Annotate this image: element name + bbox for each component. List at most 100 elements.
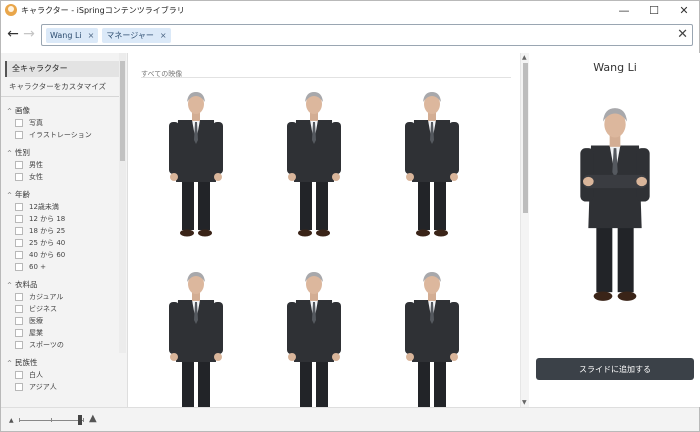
filter-checkbox[interactable] xyxy=(15,305,23,313)
sidebar-scrollbar[interactable] xyxy=(119,53,126,353)
filter-section-header[interactable]: ^ 年齢 xyxy=(1,189,119,201)
filter-option[interactable]: アジア人 xyxy=(1,381,119,393)
filter-checkbox[interactable] xyxy=(15,263,23,271)
character-thumbnail[interactable] xyxy=(373,259,491,407)
zoom-tick xyxy=(51,418,52,422)
filter-checkbox[interactable] xyxy=(15,239,23,247)
sidebar-item-customize[interactable]: キャラクターをカスタマイズ xyxy=(9,81,106,92)
filter-checkbox[interactable] xyxy=(15,329,23,337)
character-thumbnail[interactable] xyxy=(137,79,255,249)
character-image xyxy=(405,92,459,237)
chip-remove-icon[interactable]: × xyxy=(160,31,167,40)
filter-section-header[interactable]: ^ 衣料品 xyxy=(1,279,119,291)
filter-option-label: イラストレーション xyxy=(29,131,92,139)
character-thumbnail[interactable] xyxy=(137,259,255,407)
filter-option-label: 12歳未満 xyxy=(29,203,59,211)
filter-checkbox[interactable] xyxy=(15,119,23,127)
filter-option[interactable]: 40 から 60 xyxy=(1,249,119,261)
filter-checkbox[interactable] xyxy=(15,227,23,235)
filter-checkbox[interactable] xyxy=(15,317,23,325)
filter-option[interactable]: 25 から 40 xyxy=(1,237,119,249)
filter-option-label: 60 + xyxy=(29,263,46,271)
zoom-handle[interactable] xyxy=(77,415,82,425)
navigation-bar: ← → Wang Li × マネージャー × ✕ xyxy=(1,22,699,48)
filter-section-title: 性別 xyxy=(15,148,30,157)
minimize-button[interactable]: — xyxy=(609,1,639,19)
add-to-slide-button[interactable]: スライドに追加する xyxy=(536,358,694,380)
character-name: Wang Li xyxy=(593,61,637,74)
filter-checkbox[interactable] xyxy=(15,203,23,211)
zoom-slider[interactable]: ▲ ▲ xyxy=(9,413,104,427)
filter-checkbox[interactable] xyxy=(15,383,23,391)
character-thumbnail[interactable] xyxy=(255,259,373,407)
character-image xyxy=(405,272,459,407)
filter-option[interactable]: 12歳未満 xyxy=(1,201,119,213)
filter-chip-wang-li[interactable]: Wang Li × xyxy=(46,27,99,43)
filter-option-label: 40 から 60 xyxy=(29,251,66,259)
filter-option[interactable]: 男性 xyxy=(1,159,119,171)
maximize-button[interactable]: ☐ xyxy=(639,1,669,19)
chip-label: Wang Li xyxy=(50,30,82,40)
scroll-down-icon[interactable]: ▼ xyxy=(522,399,527,406)
filter-checkbox[interactable] xyxy=(15,131,23,139)
scroll-up-icon[interactable]: ▲ xyxy=(522,54,527,61)
filter-option[interactable]: 12 から 18 xyxy=(1,213,119,225)
filter-section-header[interactable]: ^ 民族性 xyxy=(1,357,119,369)
back-arrow-icon[interactable]: ← xyxy=(5,25,21,43)
filter-option-label: 18 から 25 xyxy=(29,227,66,235)
character-image xyxy=(169,272,223,407)
filter-option[interactable]: ビジネス xyxy=(1,303,119,315)
filter-checkbox[interactable] xyxy=(15,293,23,301)
character-thumbnail[interactable] xyxy=(255,79,373,249)
filter-section-header[interactable]: ^ 画像 xyxy=(1,105,119,117)
mountain-large-icon: ▲ xyxy=(89,413,97,424)
filter-option[interactable]: 18 から 25 xyxy=(1,225,119,237)
filter-section-header[interactable]: ^ 性別 xyxy=(1,147,119,159)
filter-checkbox[interactable] xyxy=(15,251,23,259)
filter-checkbox[interactable] xyxy=(15,215,23,223)
sidebar-divider xyxy=(1,96,119,97)
filter-option[interactable]: 写真 xyxy=(1,117,119,129)
character-thumbnail[interactable] xyxy=(373,79,491,249)
filter-section-title: 年齢 xyxy=(15,190,30,199)
filter-sections: ^ 画像 写真 イラストレーション ^ 性別 男性 女性 ^ 年齢 12歳未満 12 から 18 18 … xyxy=(1,105,119,399)
filter-option[interactable]: カジュアル xyxy=(1,291,119,303)
scrollbar-thumb[interactable] xyxy=(120,61,125,161)
filter-option[interactable]: 女性 xyxy=(1,171,119,183)
filter-option[interactable]: 白人 xyxy=(1,369,119,381)
filter-section: ^ 性別 男性 女性 xyxy=(1,147,119,183)
filter-chip-manager[interactable]: マネージャー × xyxy=(102,27,171,43)
chevron-up-icon: ^ xyxy=(7,282,13,289)
filter-section-title: 画像 xyxy=(15,106,30,115)
character-preview-image xyxy=(580,108,650,301)
clear-search-icon[interactable]: ✕ xyxy=(677,27,688,43)
filter-section-title: 衣料品 xyxy=(15,280,38,289)
gallery-scrollbar[interactable]: ▲ ▼ xyxy=(520,53,529,407)
filter-checkbox[interactable] xyxy=(15,341,23,349)
filter-option[interactable]: 60 + xyxy=(1,261,119,273)
character-full-image xyxy=(580,108,650,301)
filter-checkbox[interactable] xyxy=(15,161,23,169)
filter-checkbox[interactable] xyxy=(15,371,23,379)
filter-option[interactable]: 医療 xyxy=(1,315,119,327)
window-controls: — ☐ ✕ xyxy=(609,1,699,19)
close-button[interactable]: ✕ xyxy=(669,1,699,19)
image-gallery: すべての映像 xyxy=(129,53,519,407)
filter-checkbox[interactable] xyxy=(15,173,23,181)
filter-option-label: アジア人 xyxy=(29,383,57,391)
filter-option[interactable]: イラストレーション xyxy=(1,129,119,141)
sidebar-item-all-characters[interactable]: 全キャラクター xyxy=(5,61,123,77)
filter-option[interactable]: 屋業 xyxy=(1,327,119,339)
character-image xyxy=(287,92,341,237)
filter-search-input[interactable]: Wang Li × マネージャー × ✕ xyxy=(41,24,693,46)
filter-option-label: ビジネス xyxy=(29,305,57,313)
forward-arrow-icon[interactable]: → xyxy=(21,25,37,43)
filter-option-label: カジュアル xyxy=(29,293,64,301)
zoom-tick xyxy=(83,418,84,422)
filter-option[interactable]: スポーツの xyxy=(1,339,119,351)
chevron-up-icon: ^ xyxy=(7,150,13,157)
chip-remove-icon[interactable]: × xyxy=(88,31,95,40)
scrollbar-thumb[interactable] xyxy=(523,63,528,213)
window-title: キャラクター - iSpringコンテンツライブラリ xyxy=(21,5,185,15)
chip-label: マネージャー xyxy=(106,30,154,40)
